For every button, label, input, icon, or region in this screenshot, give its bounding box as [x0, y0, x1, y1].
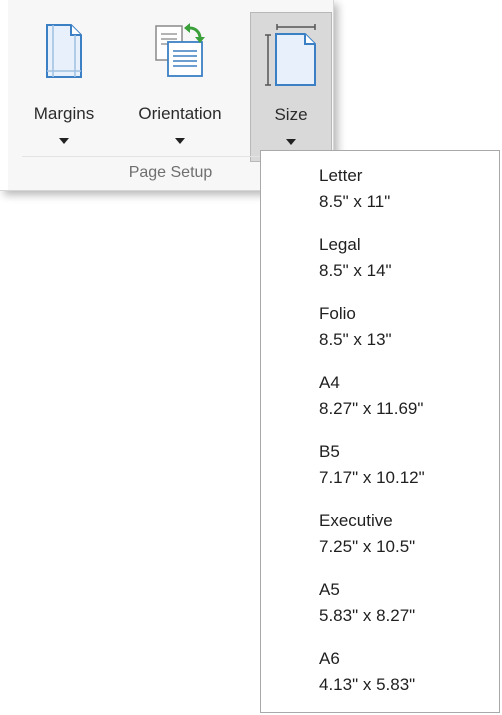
- orientation-button[interactable]: Orientation: [116, 12, 244, 162]
- size-option-dimensions: 8.5" x 13": [319, 330, 392, 349]
- margins-button[interactable]: Margins: [18, 12, 110, 162]
- size-option-b5[interactable]: B5 7.17" x 10.12": [261, 431, 499, 499]
- margins-label: Margins: [33, 104, 95, 123]
- margins-icon: [44, 22, 84, 85]
- orientation-label: Orientation: [138, 104, 222, 123]
- size-option-dimensions: 5.83" x 8.27": [319, 606, 416, 625]
- size-option-a5[interactable]: A5 5.83" x 8.27": [261, 569, 499, 637]
- size-option-a4[interactable]: A4 8.27" x 11.69": [261, 362, 499, 430]
- size-label: Size: [274, 105, 308, 124]
- size-option-name: B5: [319, 442, 340, 461]
- size-option-dimensions: 8.5" x 14": [319, 261, 392, 280]
- chevron-down-icon: [286, 139, 296, 145]
- paper-size-icon: [263, 23, 319, 94]
- chevron-down-icon: [59, 138, 69, 144]
- size-dropdown-menu: Letter 8.5" x 11" Legal 8.5" x 14" Folio…: [260, 150, 500, 713]
- size-button[interactable]: Size: [250, 12, 332, 162]
- size-option-name: A6: [319, 649, 340, 668]
- size-option-dimensions: 8.27" x 11.69": [319, 399, 424, 418]
- size-option-folio[interactable]: Folio 8.5" x 13": [261, 293, 499, 361]
- size-option-letter[interactable]: Letter 8.5" x 11": [261, 155, 499, 223]
- size-option-name: A4: [319, 373, 340, 392]
- size-option-name: Folio: [319, 304, 356, 323]
- size-option-name: A5: [319, 580, 340, 599]
- size-option-dimensions: 4.13" x 5.83": [319, 675, 416, 694]
- size-option-legal[interactable]: Legal 8.5" x 14": [261, 224, 499, 292]
- size-option-name: Letter: [319, 166, 363, 185]
- orientation-icon: [152, 22, 208, 85]
- page-setup-screen: Margins Orientation Size Page Setup Lett…: [0, 0, 502, 715]
- size-option-dimensions: 7.25" x 10.5": [319, 537, 416, 556]
- size-option-name: Legal: [319, 235, 361, 254]
- size-option-dimensions: 7.17" x 10.12": [319, 468, 425, 487]
- size-option-name: Executive: [319, 511, 393, 530]
- size-option-executive[interactable]: Executive 7.25" x 10.5": [261, 500, 499, 568]
- size-option-a6[interactable]: A6 4.13" x 5.83": [261, 638, 499, 706]
- size-option-dimensions: 8.5" x 11": [319, 192, 391, 211]
- chevron-down-icon: [175, 138, 185, 144]
